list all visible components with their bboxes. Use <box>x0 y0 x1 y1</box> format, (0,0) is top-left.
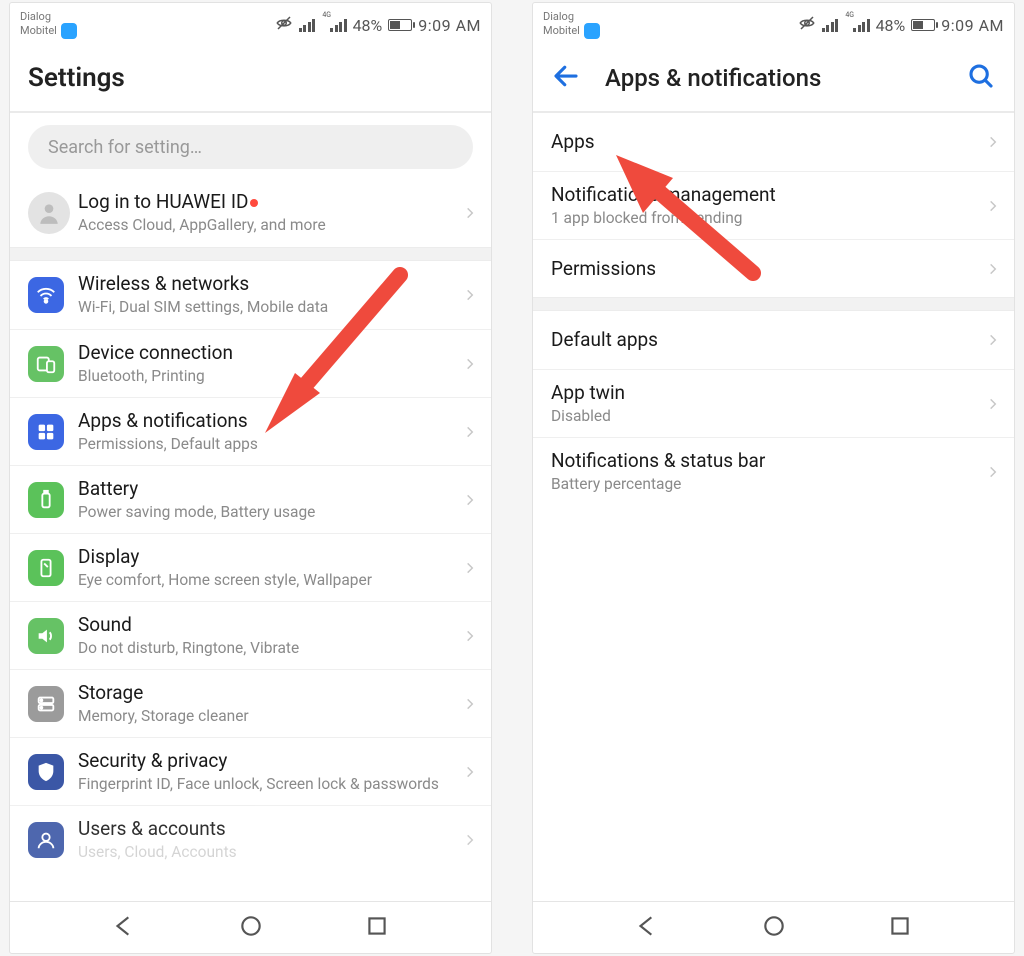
chevron-right-icon <box>463 693 477 715</box>
row-apps-notifications[interactable]: Apps & notificationsPermissions, Default… <box>10 397 491 465</box>
chevron-right-icon <box>463 284 477 306</box>
nav-home-button[interactable] <box>761 913 787 943</box>
section-separator <box>533 297 1014 311</box>
chevron-right-icon <box>986 461 1000 483</box>
carrier-labels: Dialog Mobitel <box>20 11 77 39</box>
signal-sim1-icon <box>822 18 839 32</box>
signal-sim2-icon: 4G <box>844 18 869 32</box>
section-separator <box>10 247 491 261</box>
user-icon <box>28 822 64 858</box>
chevron-right-icon <box>986 131 1000 153</box>
row-users-accounts[interactable]: Users & accountsUsers, Cloud, Accounts <box>10 805 491 873</box>
page-title: Settings <box>28 63 125 93</box>
nav-recent-button[interactable] <box>364 913 390 943</box>
android-navbar <box>533 901 1014 953</box>
page-title: Apps & notifications <box>605 64 942 92</box>
nav-back-button[interactable] <box>111 913 137 943</box>
search-button[interactable] <box>966 61 996 95</box>
display-icon <box>28 550 64 586</box>
device-icon <box>28 346 64 382</box>
chevron-right-icon <box>463 202 477 224</box>
signal-sim1-icon <box>299 18 316 32</box>
notification-app-icon <box>61 23 77 39</box>
battery-percent: 48% <box>876 16 906 35</box>
avatar-icon <box>28 192 70 234</box>
row-permissions[interactable]: Permissions <box>533 239 1014 297</box>
row-wireless-networks[interactable]: Wireless & networksWi-Fi, Dual SIM setti… <box>10 261 491 329</box>
apps-group-2: Default apps App twinDisabled Notificati… <box>533 311 1014 505</box>
clock: 9:09 AM <box>941 16 1004 35</box>
alert-dot-icon <box>250 199 258 207</box>
chevron-right-icon <box>986 329 1000 351</box>
storage-icon <box>28 686 64 722</box>
row-security-privacy[interactable]: Security & privacyFingerprint ID, Face u… <box>10 737 491 805</box>
row-notifications-management[interactable]: Notifications management1 app blocked fr… <box>533 171 1014 239</box>
search-placeholder: Search for setting… <box>48 137 202 158</box>
login-sub: Access Cloud, AppGallery, and more <box>78 216 455 235</box>
row-notifications-status-bar[interactable]: Notifications & status barBattery percen… <box>533 437 1014 505</box>
eye-comfort-icon <box>798 14 816 36</box>
chevron-right-icon <box>463 829 477 851</box>
notification-app-icon <box>584 23 600 39</box>
row-device-connection[interactable]: Device connectionBluetooth, Printing <box>10 329 491 397</box>
phone-apps-notifications: Dialog Mobitel 4G 48% 9:09 AM Apps & not… <box>532 2 1015 954</box>
chevron-right-icon <box>463 353 477 375</box>
shield-icon <box>28 754 64 790</box>
signal-sim2-icon: 4G <box>321 18 346 32</box>
android-navbar <box>10 901 491 953</box>
row-sound[interactable]: SoundDo not disturb, Ringtone, Vibrate <box>10 601 491 669</box>
row-battery[interactable]: BatteryPower saving mode, Battery usage <box>10 465 491 533</box>
chevron-right-icon <box>463 557 477 579</box>
row-storage[interactable]: StorageMemory, Storage cleaner <box>10 669 491 737</box>
apps-icon <box>28 414 64 450</box>
row-apps[interactable]: Apps <box>533 113 1014 171</box>
chevron-right-icon <box>463 761 477 783</box>
row-app-twin[interactable]: App twinDisabled <box>533 369 1014 437</box>
chevron-right-icon <box>986 258 1000 280</box>
chevron-right-icon <box>463 625 477 647</box>
back-button[interactable] <box>551 61 581 95</box>
chevron-right-icon <box>986 393 1000 415</box>
search-input[interactable]: Search for setting… <box>28 125 473 169</box>
status-bar: Dialog Mobitel 4G 48% 9:09 AM <box>10 3 491 45</box>
wifi-icon <box>28 277 64 313</box>
clock: 9:09 AM <box>418 16 481 35</box>
row-display[interactable]: DisplayEye comfort, Home screen style, W… <box>10 533 491 601</box>
chevron-right-icon <box>463 421 477 443</box>
status-bar: Dialog Mobitel 4G 48% 9:09 AM <box>533 3 1014 45</box>
carrier-labels: Dialog Mobitel <box>543 11 600 39</box>
eye-comfort-icon <box>275 14 293 36</box>
title-bar: Settings <box>10 45 491 113</box>
chevron-right-icon <box>986 195 1000 217</box>
nav-recent-button[interactable] <box>887 913 913 943</box>
battery-row-icon <box>28 482 64 518</box>
title-bar: Apps & notifications <box>533 45 1014 113</box>
nav-home-button[interactable] <box>238 913 264 943</box>
login-title: Log in to HUAWEI ID <box>78 190 455 214</box>
settings-list: Wireless & networksWi-Fi, Dual SIM setti… <box>10 261 491 873</box>
battery-icon <box>388 19 412 31</box>
battery-icon <box>911 19 935 31</box>
battery-percent: 48% <box>353 16 383 35</box>
chevron-right-icon <box>463 489 477 511</box>
nav-back-button[interactable] <box>634 913 660 943</box>
login-row[interactable]: Log in to HUAWEI ID Access Cloud, AppGal… <box>10 179 491 247</box>
phone-settings: Dialog Mobitel 4G 48% 9:09 AM Settings S… <box>9 2 492 954</box>
apps-group-1: Apps Notifications management1 app block… <box>533 113 1014 297</box>
row-default-apps[interactable]: Default apps <box>533 311 1014 369</box>
sound-icon <box>28 618 64 654</box>
